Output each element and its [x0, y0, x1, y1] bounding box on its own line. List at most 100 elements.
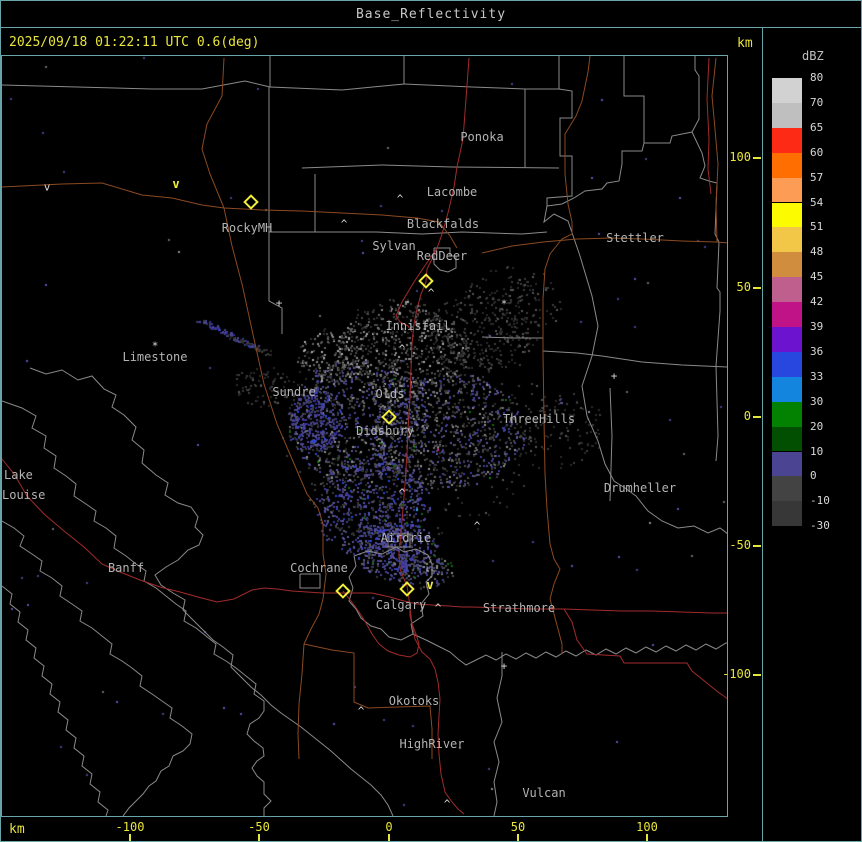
- city-label-okotoks: Okotoks: [388, 694, 440, 708]
- colorbar-level-label: 0: [810, 469, 817, 483]
- bottom-axis-tick-mark: [258, 834, 260, 841]
- colorbar-level-label: 51: [810, 220, 824, 234]
- colorbar-swatch-36dbz: [772, 351, 802, 377]
- city-label-cochrane: Cochrane: [290, 561, 348, 575]
- point-marker-icon: ^: [357, 704, 365, 718]
- point-marker-icon: +: [275, 296, 283, 310]
- right-distance-axis: 100 50 0 -50 -100: [722, 56, 762, 816]
- secondary-highway-line: [542, 56, 591, 654]
- county-boundary-line: [542, 350, 727, 368]
- colorbar-swatch-51dbz: [772, 227, 802, 253]
- right-axis-tick-mark: [753, 416, 761, 418]
- city-label-ponoka: Ponoka: [460, 130, 504, 144]
- right-axis-tick-label: -50: [729, 538, 751, 552]
- colorbar-level-label: 42: [810, 295, 824, 309]
- colorbar-swatch-30dbz: [772, 401, 802, 427]
- city-label-stettler: Stettler: [606, 231, 664, 245]
- colorbar-swatch-10dbz: [772, 451, 802, 477]
- city-label-olds: Olds: [375, 387, 405, 401]
- county-boundary-line: [412, 633, 727, 666]
- county-boundary-line: [2, 520, 193, 816]
- city-label-banff: Banff: [107, 561, 145, 575]
- colorbar-panel: dBZ 80 70 65 60 57 54 51 48 45 42 39 36 33 30 20 10 0 -10…: [763, 28, 861, 841]
- right-axis-unit-label: km: [737, 36, 753, 51]
- colorbar-swatch-45dbz: [772, 277, 802, 303]
- bottom-axis-tick-mark: [517, 834, 519, 841]
- right-axis-tick-label: 100: [729, 150, 751, 164]
- point-marker-icon: v: [43, 180, 51, 194]
- point-marker-icon: ^: [340, 217, 348, 231]
- point-marker-icon: ^: [443, 797, 451, 811]
- colorbar-swatch-33dbz: [772, 376, 802, 402]
- point-marker-icon: ^: [396, 192, 404, 206]
- bottom-axis-tick-label: 50: [510, 820, 526, 834]
- colorbar-level-label: 57: [810, 170, 824, 184]
- colorbar-swatch-80dbz: [772, 78, 802, 103]
- primary-highway-line: [563, 608, 727, 699]
- county-boundary-line: [2, 400, 272, 816]
- county-boundary-line: [493, 652, 503, 816]
- secondary-highway-line: [711, 57, 719, 243]
- colorbar-level-label: 65: [810, 120, 824, 134]
- colorbar-level-label: 39: [810, 320, 824, 333]
- city-label-strathmore: Strathmore: [482, 601, 556, 615]
- county-boundary-line: [546, 56, 700, 207]
- chevron-marker-icon: v: [426, 578, 434, 592]
- colorbar-swatch-48dbz: [772, 252, 802, 278]
- radar-app-window: Base_Reflectivity 2025/09/18 01:22:11 UT…: [0, 0, 862, 842]
- county-boundary-line: [269, 56, 405, 91]
- right-axis-tick-mark: [753, 545, 761, 547]
- right-axis-tick-label: 0: [743, 409, 751, 423]
- colorbar-swatch-0dbz: [772, 476, 802, 502]
- colorbar-level-label: 54: [810, 195, 824, 209]
- city-label-airdrie: Airdrie: [380, 531, 432, 545]
- colorbar-level-label: 70: [810, 95, 824, 109]
- city-label-innisfail: Innisfail: [385, 319, 451, 333]
- colorbar-level-label: 48: [810, 245, 824, 259]
- bottom-axis-unit-label: km: [9, 822, 25, 837]
- right-axis-tick-label: -100: [722, 667, 751, 681]
- city-label-sundre: Sundre: [272, 385, 316, 399]
- secondary-highway-line: [223, 207, 327, 760]
- bottom-axis-tick-label: -100: [115, 820, 145, 834]
- right-axis-tick-mark: [753, 287, 761, 289]
- radar-map-view[interactable]: Ponoka Lacombe Blackfalds Sylvan RedDeer Stet…: [2, 56, 727, 816]
- primary-highway-line: [409, 607, 465, 815]
- radar-map-frame: Ponoka Lacombe Blackfalds Sylvan RedDeer Stet…: [1, 55, 728, 817]
- primary-highway-line: [2, 458, 372, 603]
- city-label-lacombe: Lacombe: [426, 185, 478, 199]
- page-title: Base_Reflectivity: [355, 6, 507, 22]
- colorbar-swatch-60dbz: [772, 152, 802, 178]
- city-label-didsbury: Didsbury: [356, 424, 414, 438]
- info-bar: 2025/09/18 01:22:11 UTC 0.6(deg) km: [1, 28, 762, 55]
- right-axis-tick-mark: [753, 157, 761, 159]
- colorbar-swatch-20dbz: [772, 426, 802, 452]
- colorbar-swatch-54dbz: [772, 202, 802, 228]
- county-boundary-line: [301, 164, 560, 169]
- colorbar-swatch-57dbz: [772, 177, 802, 203]
- city-label-reddeer: RedDeer: [416, 249, 468, 263]
- city-label-lake: Lake: [4, 468, 33, 482]
- point-marker-icon: ^: [434, 601, 442, 615]
- point-marker-icon: *: [500, 297, 508, 311]
- county-boundary-line: [691, 131, 721, 462]
- city-label-drumheller: Drumheller: [603, 481, 677, 495]
- bottom-axis-tick-label: 100: [636, 820, 658, 834]
- colorbar-level-label: -30: [810, 519, 830, 533]
- county-boundary-line: [2, 585, 109, 816]
- colorbar-swatch-42dbz: [772, 302, 802, 327]
- county-boundary-line: [403, 56, 560, 90]
- colorbar-swatch--10dbz: [772, 501, 802, 527]
- colorbar-swatch-70dbz: [772, 102, 802, 128]
- right-axis-tick-mark: [753, 674, 761, 676]
- point-marker-icon: ^: [398, 342, 406, 356]
- city-label-sylvan: Sylvan: [372, 239, 416, 253]
- city-label-highriver: HighRiver: [399, 737, 465, 751]
- point-marker-icon: ^: [427, 286, 435, 300]
- city-label-blackfalds: Blackfalds: [406, 217, 480, 231]
- bottom-axis-tick-mark: [388, 834, 390, 841]
- colorbar-level-label: 20: [810, 419, 824, 433]
- colorbar-level-label: 80: [810, 71, 824, 84]
- city-label-louise: Louise: [2, 488, 46, 502]
- point-marker-icon: *: [151, 339, 159, 353]
